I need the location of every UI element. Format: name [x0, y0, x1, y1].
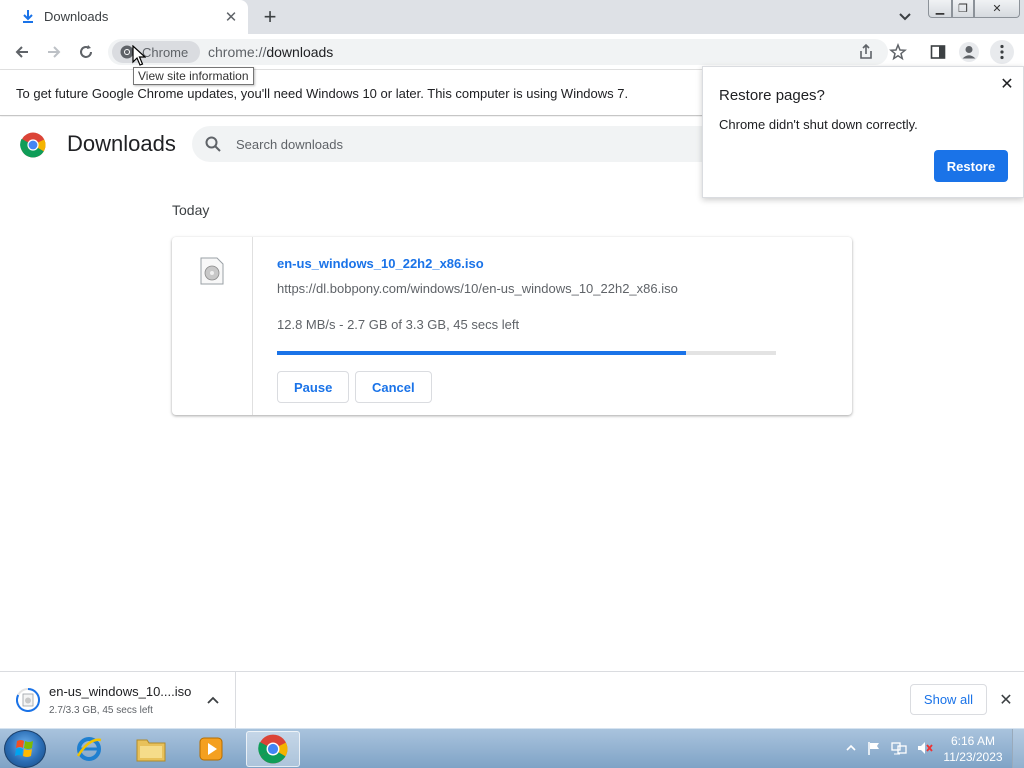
shelf-file-name: en-us_windows_10....iso — [49, 684, 192, 699]
toolbar: Chrome chrome://downloads — [0, 34, 1024, 70]
download-progress-bar — [277, 351, 776, 355]
tab-strip: Downloads ✕ + ▁ ❐ ✕ — [0, 0, 1024, 34]
restore-dialog-close-icon[interactable]: ✕ — [998, 75, 1016, 93]
share-button[interactable] — [854, 40, 878, 64]
date-group-label: Today — [172, 202, 210, 218]
download-card-icon-column — [172, 237, 253, 415]
taskbar-file-explorer[interactable] — [124, 731, 178, 767]
site-info-chip[interactable]: Chrome — [112, 41, 200, 63]
network-icon[interactable] — [890, 740, 908, 756]
restore-button[interactable]: Restore — [934, 150, 1008, 182]
profile-avatar-icon — [959, 42, 979, 62]
folder-icon — [136, 739, 166, 762]
windows-logo-icon — [15, 740, 33, 757]
kebab-menu-icon — [1000, 44, 1004, 60]
bookmark-button[interactable] — [886, 40, 910, 64]
restore-pages-dialog: Restore pages? Chrome didn't shut down c… — [702, 66, 1024, 198]
cancel-button[interactable]: Cancel — [355, 371, 432, 403]
site-chip-label: Chrome — [142, 45, 189, 60]
download-source-url[interactable]: https://dl.bobpony.com/windows/10/en-us_… — [277, 281, 678, 296]
url-text[interactable]: chrome://downloads — [208, 44, 333, 60]
side-panel-icon — [930, 45, 946, 59]
system-tray — [842, 729, 942, 768]
forward-button[interactable] — [42, 40, 66, 64]
show-all-button[interactable]: Show all — [910, 684, 987, 715]
search-icon — [205, 136, 221, 152]
url-scheme: chrome:// — [208, 44, 267, 60]
restore-dialog-message: Chrome didn't shut down correctly. — [719, 117, 918, 132]
taskbar-chrome[interactable] — [246, 731, 300, 767]
shelf-close-icon[interactable]: ✕ — [996, 690, 1016, 710]
tab-title: Downloads — [44, 9, 109, 24]
clock-time: 6:16 AM — [950, 734, 996, 748]
search-input[interactable] — [236, 126, 716, 162]
tab-downloads[interactable]: Downloads ✕ — [0, 0, 248, 34]
chrome-icon — [258, 734, 288, 764]
page-title: Downloads — [67, 131, 176, 156]
star-icon — [889, 43, 907, 61]
shelf-download-status: 2.7/3.3 GB, 45 secs left — [49, 705, 153, 716]
show-hidden-icons-icon[interactable] — [846, 743, 856, 753]
download-card: en-us_windows_10_22h2_x86.iso https://dl… — [172, 237, 852, 415]
profile-button[interactable] — [957, 40, 981, 64]
tab-close-icon[interactable]: ✕ — [222, 8, 240, 26]
site-info-tooltip: View site information — [133, 67, 254, 85]
shelf-item-menu-chevron-up-icon[interactable] — [203, 690, 223, 710]
taskbar-internet-explorer[interactable] — [62, 731, 116, 767]
window-controls: ▁ ❐ ✕ — [928, 0, 1020, 18]
pause-button[interactable]: Pause — [277, 371, 350, 403]
window-close-button[interactable]: ✕ — [974, 0, 1020, 18]
infobar-message: To get future Google Chrome updates, you… — [16, 86, 629, 101]
share-icon — [860, 43, 872, 59]
volume-muted-icon[interactable] — [916, 740, 934, 756]
url-path: downloads — [266, 44, 334, 60]
back-button[interactable] — [10, 40, 34, 64]
download-progress-fill — [277, 351, 687, 355]
download-file-name-link[interactable]: en-us_windows_10_22h2_x86.iso — [277, 256, 484, 271]
forward-arrow-icon — [48, 46, 61, 58]
side-panel-button[interactable] — [926, 40, 950, 64]
search-box[interactable] — [192, 126, 752, 162]
reload-icon — [80, 45, 92, 58]
action-center-flag-icon[interactable] — [866, 740, 882, 756]
mouse-cursor-icon — [132, 45, 146, 66]
media-player-icon — [199, 737, 223, 761]
new-tab-button[interactable]: + — [258, 4, 282, 29]
shelf-download-item[interactable]: en-us_windows_10....iso 2.7/3.3 GB, 45 s… — [0, 672, 236, 728]
chrome-logo-icon — [20, 132, 46, 158]
minimize-button[interactable]: ▁ — [928, 0, 952, 18]
maximize-button[interactable]: ❐ — [952, 0, 974, 18]
download-shelf: en-us_windows_10....iso 2.7/3.3 GB, 45 s… — [0, 671, 1024, 728]
reload-button[interactable] — [74, 40, 98, 64]
taskbar-media-player[interactable] — [184, 731, 238, 767]
omnibox[interactable]: Chrome chrome://downloads — [108, 39, 888, 65]
menu-button[interactable] — [990, 40, 1014, 64]
disc-image-file-icon — [200, 257, 224, 285]
start-button[interactable] — [4, 730, 46, 768]
system-clock[interactable]: 6:16 AM 11/23/2023 — [942, 733, 1004, 765]
restore-dialog-title: Restore pages? — [719, 87, 825, 104]
show-desktop-button[interactable] — [1012, 729, 1024, 768]
internet-explorer-icon — [76, 737, 102, 761]
download-status-text: 12.8 MB/s - 2.7 GB of 3.3 GB, 45 secs le… — [277, 317, 520, 332]
clock-date: 11/23/2023 — [943, 750, 1003, 764]
download-icon — [23, 10, 33, 23]
download-progress-ring-icon — [16, 688, 40, 712]
back-arrow-icon — [15, 46, 28, 58]
tab-search-chevron-icon[interactable] — [895, 8, 915, 26]
windows-taskbar: 6:16 AM 11/23/2023 — [0, 728, 1024, 768]
